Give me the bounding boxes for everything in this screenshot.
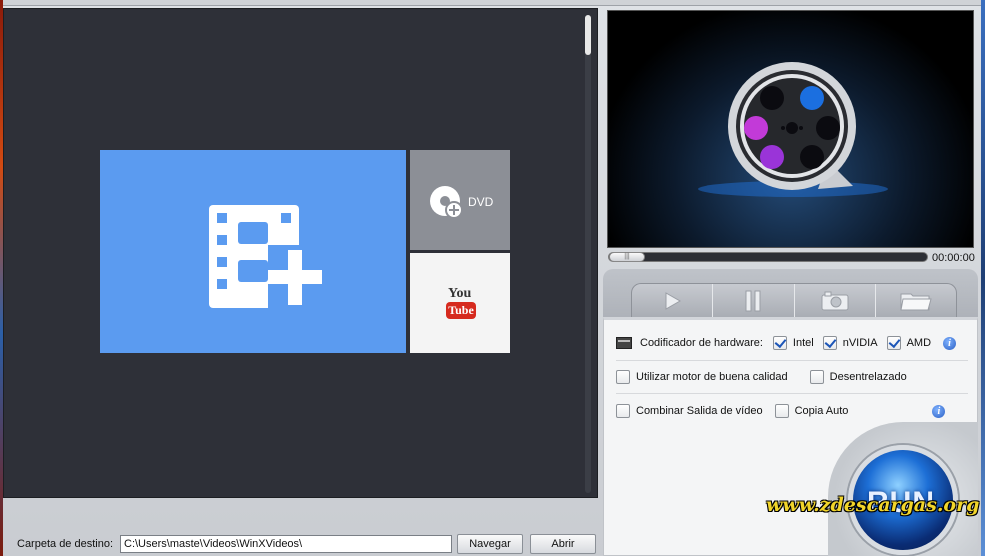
control-tabs <box>631 283 957 317</box>
quality-row: Utilizar motor de buena calidad Desentre… <box>616 370 907 384</box>
playback-controls <box>603 269 978 317</box>
high-quality-label: Utilizar motor de buena calidad <box>636 371 788 383</box>
destination-path-input[interactable] <box>120 535 452 553</box>
merge-output-checkbox[interactable] <box>616 404 630 418</box>
playback-time: 00:00:00 <box>932 252 975 264</box>
scrollbar[interactable] <box>585 15 591 493</box>
amd-label: AMD <box>906 337 932 349</box>
play-icon <box>665 291 682 310</box>
auto-copy-checkbox[interactable] <box>774 404 789 418</box>
high-quality-checkbox[interactable] <box>616 370 630 384</box>
scrollbar-thumb[interactable] <box>585 15 591 55</box>
browse-button[interactable]: Navegar <box>457 534 523 554</box>
merge-output-label: Combinar Salida de vídeo <box>636 405 763 417</box>
chip-icon <box>616 337 632 349</box>
dvd-tile[interactable]: DVD <box>410 150 510 250</box>
destination-folder-label: Carpeta de destino: <box>17 538 114 550</box>
pause-button[interactable] <box>713 284 795 317</box>
seek-handle[interactable]: ||| <box>609 252 645 262</box>
divider <box>616 393 968 394</box>
dvd-disc-icon <box>430 186 463 219</box>
intel-label: Intel <box>792 337 814 349</box>
pause-icon <box>745 290 761 311</box>
film-reel-logo <box>698 62 888 197</box>
youtube-tile[interactable]: You Tube <box>410 253 510 353</box>
nvidia-label: nVIDIA <box>842 337 878 349</box>
merge-row: Combinar Salida de vídeo Copia Auto i <box>616 404 946 418</box>
nvidia-checkbox[interactable] <box>822 336 837 350</box>
desktop-edge-right <box>981 0 985 556</box>
deinterlace-label: Desentrelazado <box>829 371 907 383</box>
snapshot-button[interactable] <box>795 284 876 317</box>
video-preview <box>607 10 974 248</box>
divider <box>616 360 968 361</box>
seek-bar[interactable]: ||| <box>608 252 928 262</box>
hardware-info-icon[interactable]: i <box>943 336 957 350</box>
folder-icon <box>900 293 932 310</box>
title-strip <box>0 0 985 6</box>
watermark: www.zdescargas.org <box>766 494 980 516</box>
auto-copy-label: Copia Auto <box>794 405 849 417</box>
add-video-tile[interactable] <box>100 150 406 353</box>
file-list-area[interactable]: DVD You Tube <box>3 8 598 498</box>
add-video-icon <box>209 205 328 315</box>
youtube-logo-tube: Tube <box>446 302 476 319</box>
youtube-logo-you: You <box>448 286 472 301</box>
hardware-row: Codificador de hardware: Intel nVIDIA AM… <box>616 336 957 350</box>
camera-icon <box>821 291 849 310</box>
amd-checkbox[interactable] <box>886 336 901 350</box>
open-button[interactable]: Abrir <box>530 534 596 554</box>
play-button[interactable] <box>632 284 714 317</box>
destination-bar: Carpeta de destino: Navegar Abrir <box>3 520 603 556</box>
open-folder-button[interactable] <box>876 284 956 317</box>
deinterlace-checkbox[interactable] <box>809 370 824 384</box>
hardware-encoder-label: Codificador de hardware: <box>640 337 763 349</box>
merge-info-icon[interactable]: i <box>932 404 946 418</box>
intel-checkbox[interactable] <box>772 336 787 350</box>
dvd-label: DVD <box>468 195 494 209</box>
